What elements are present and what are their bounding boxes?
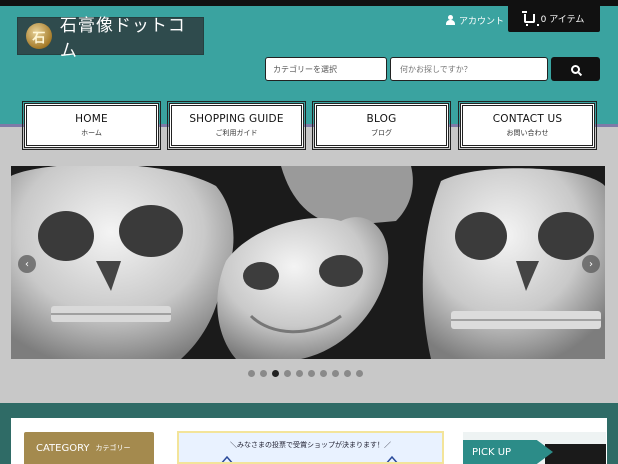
slider-next-button[interactable]: › (582, 255, 600, 273)
slider-dots (248, 370, 368, 377)
award-banner[interactable]: ＼みなさまの投票で受賞ショップが決まります！／ (177, 431, 444, 464)
pickup-image[interactable] (545, 444, 606, 464)
slider-dot[interactable] (248, 370, 255, 377)
nav-contact-label: CONTACT US (492, 113, 563, 125)
logo-emblem-icon: 石 (26, 23, 52, 49)
cart-button[interactable]: 0 アイテム (508, 4, 600, 32)
category-select-label: カテゴリーを選択 (273, 64, 337, 74)
nav-shopping-guide-label: SHOPPING GUIDE (189, 113, 284, 125)
slider-dot[interactable] (260, 370, 267, 377)
nav-home[interactable]: HOME ホーム (22, 101, 161, 150)
nav-blog-label: BLOG (366, 113, 397, 125)
search-input[interactable] (390, 57, 548, 81)
slider-dot[interactable] (296, 370, 303, 377)
category-heading: CATEGORY カテゴリー (24, 432, 154, 464)
person-icon (446, 15, 455, 25)
chevron-left-icon: ‹ (25, 258, 29, 270)
logo-emblem-glyph: 石 (32, 30, 46, 46)
category-heading-label: CATEGORY (36, 442, 90, 454)
account-link[interactable]: アカウント (446, 12, 504, 28)
nav-blog-sub: ブログ (371, 129, 392, 137)
nav-shopping-guide-sub: ご利用ガイド (215, 129, 258, 137)
pickup-heading-label: PICK UP (472, 446, 512, 458)
search-icon (571, 64, 580, 74)
slider-dot[interactable] (344, 370, 351, 377)
nav-home-label: HOME (75, 113, 108, 125)
slider-prev-button[interactable]: ‹ (18, 255, 36, 273)
nav-blog[interactable]: BLOG ブログ (312, 101, 451, 150)
slider-dot[interactable] (332, 370, 339, 377)
award-banner-text: ＼みなさまの投票で受賞ショップが決まります！／ (230, 441, 391, 449)
nav-home-sub: ホーム (81, 129, 102, 137)
pickup-heading: PICK UP (463, 440, 553, 464)
category-heading-sub: カテゴリー (95, 444, 131, 452)
nav-shopping-guide[interactable]: SHOPPING GUIDE ご利用ガイド (167, 101, 306, 150)
slider-dot[interactable] (320, 370, 327, 377)
nav-contact[interactable]: CONTACT US お問い合わせ (458, 101, 597, 150)
logo-text: 石膏像ドットコム (59, 16, 186, 61)
cart-icon (521, 10, 539, 26)
category-select[interactable]: カテゴリーを選択 (265, 57, 387, 81)
account-label: アカウント (459, 16, 505, 27)
site-logo[interactable]: 石 石膏像ドットコム (17, 16, 204, 61)
slider-dot[interactable] (356, 370, 363, 377)
hero-slide-image (11, 166, 605, 359)
banner-decoration (221, 455, 398, 462)
cart-label: 0 アイテム (540, 14, 585, 25)
slider-dot[interactable] (284, 370, 291, 377)
chevron-right-icon: › (589, 258, 593, 270)
slider-dot[interactable] (272, 370, 279, 377)
nav-contact-sub: お問い合わせ (506, 129, 549, 137)
slider-dot[interactable] (308, 370, 315, 377)
hero-slider[interactable] (11, 166, 605, 359)
search-button[interactable] (551, 57, 600, 81)
